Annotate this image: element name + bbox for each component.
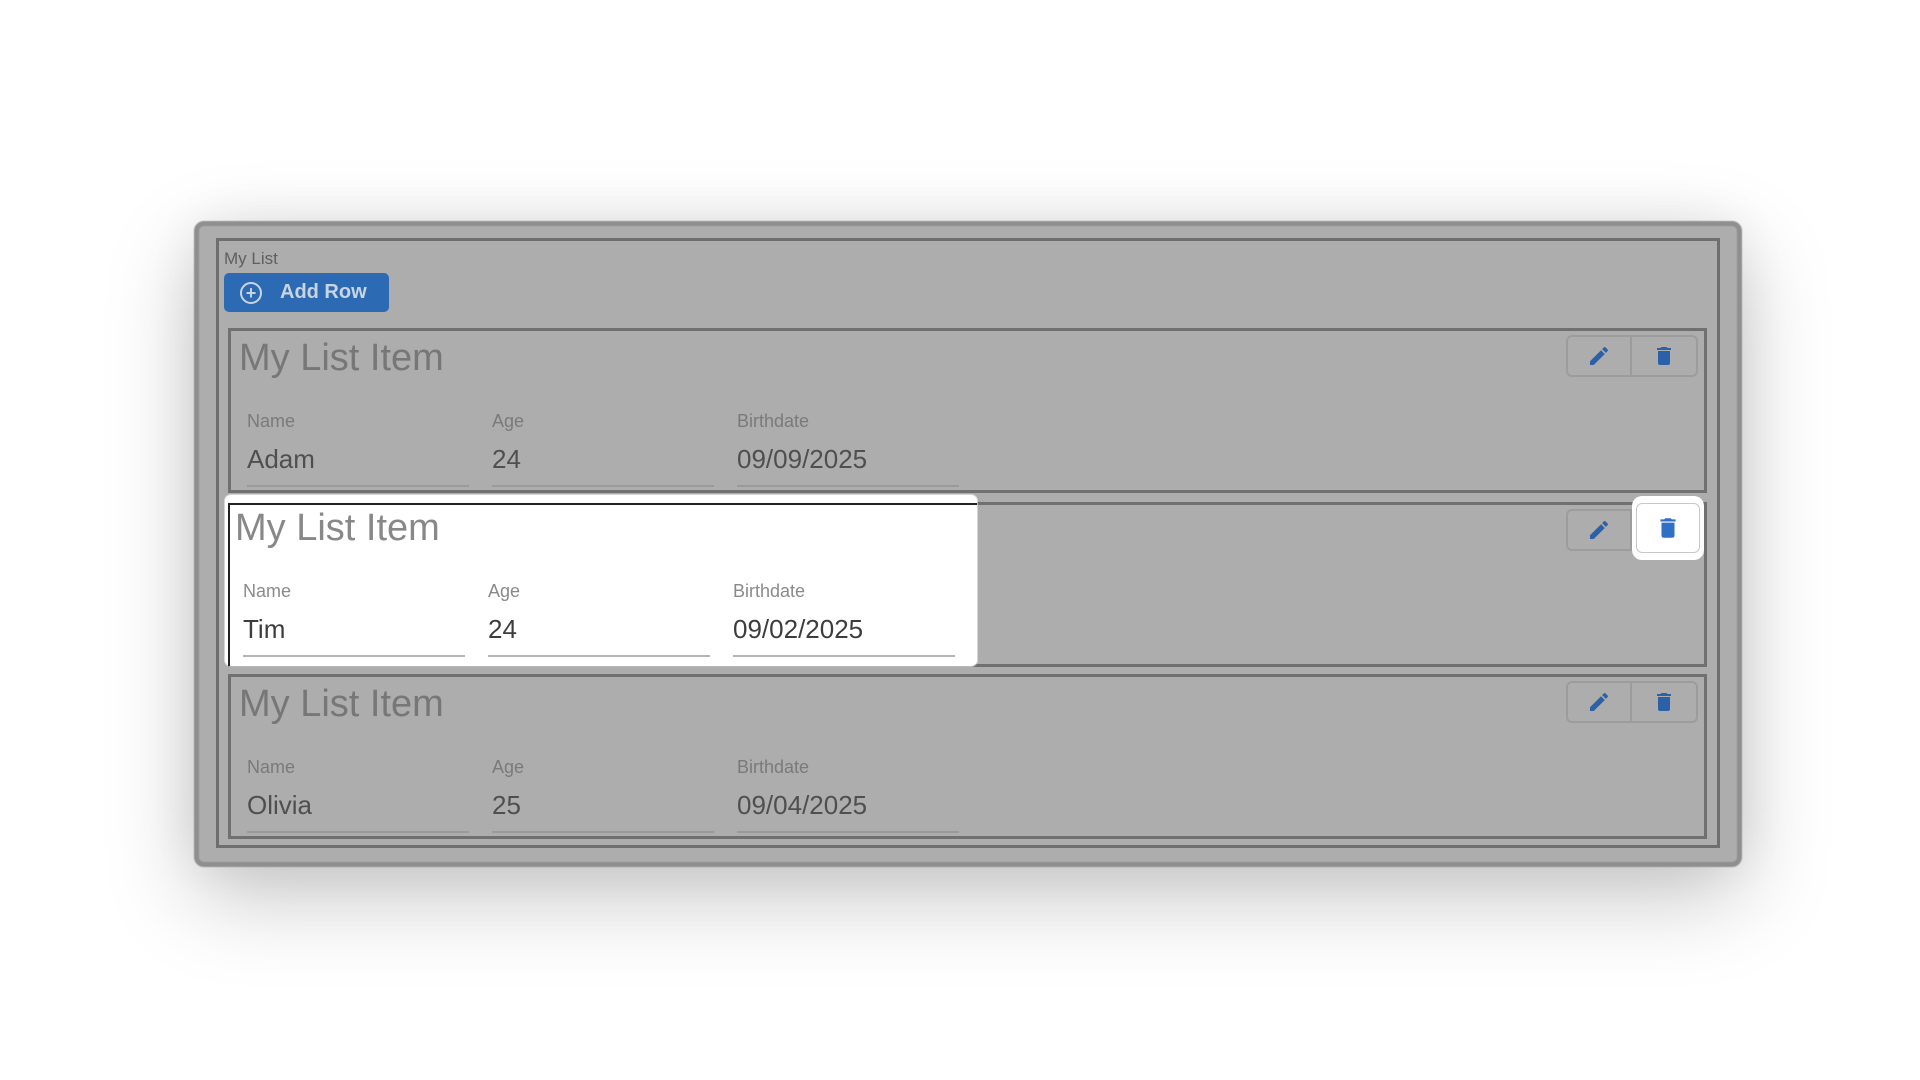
- list-item: My List Item Name Adam Age 24 Birthdate …: [228, 328, 1707, 493]
- field-label: Birthdate: [733, 581, 806, 601]
- name-field[interactable]: Name Adam: [247, 411, 469, 487]
- edit-button[interactable]: [1566, 681, 1632, 723]
- plus-circle-icon: +: [240, 281, 262, 304]
- highlighted-list-item: My List Item Name Tim Age 24 Birthdate 0…: [225, 495, 977, 666]
- field-value[interactable]: 09/04/2025: [737, 790, 959, 833]
- edit-button[interactable]: [1566, 509, 1632, 551]
- field-value[interactable]: 24: [492, 444, 714, 487]
- list-item-title: My List Item: [239, 683, 444, 725]
- list-item-title: My List Item: [239, 337, 444, 379]
- highlighted-delete-button[interactable]: [1632, 496, 1704, 560]
- field-label: Name: [243, 581, 292, 601]
- pencil-icon: [1590, 520, 1609, 539]
- field-label: Name: [247, 757, 296, 777]
- field-label: Birthdate: [737, 411, 810, 431]
- delete-button[interactable]: [1632, 335, 1698, 377]
- field-label: Birthdate: [737, 757, 810, 777]
- field-value[interactable]: Adam: [247, 444, 469, 487]
- list-item-title: My List Item: [235, 507, 440, 549]
- age-field[interactable]: Age 24: [492, 411, 714, 487]
- trash-icon: [1660, 518, 1676, 538]
- add-row-button[interactable]: + Add Row: [224, 273, 389, 312]
- item-actions: [1566, 335, 1698, 377]
- screen: My List + Add Row My List Item Name Adam…: [0, 0, 1920, 1080]
- add-row-label: Add Row: [280, 281, 367, 303]
- list-label: My List: [224, 249, 278, 268]
- trash-icon: [1657, 347, 1671, 365]
- field-label: Name: [247, 411, 296, 431]
- field-value[interactable]: 24: [488, 614, 710, 657]
- pencil-icon: [1590, 692, 1609, 711]
- field-value[interactable]: Olivia: [247, 790, 469, 833]
- field-value[interactable]: Tim: [243, 614, 465, 657]
- edit-button[interactable]: [1566, 335, 1632, 377]
- age-field[interactable]: Age 24: [488, 581, 710, 657]
- trash-icon: [1657, 693, 1671, 711]
- item-actions: [1566, 681, 1698, 723]
- field-value[interactable]: 09/09/2025: [737, 444, 959, 487]
- delete-button[interactable]: [1632, 681, 1698, 723]
- field-label: Age: [488, 581, 521, 601]
- name-field[interactable]: Name Olivia: [247, 757, 469, 833]
- birthdate-field[interactable]: Birthdate 09/02/2025: [733, 581, 955, 657]
- birthdate-field[interactable]: Birthdate 09/04/2025: [737, 757, 959, 833]
- name-field[interactable]: Name Tim: [243, 581, 465, 657]
- pencil-icon: [1590, 346, 1609, 365]
- delete-button[interactable]: [1636, 503, 1700, 553]
- birthdate-field[interactable]: Birthdate 09/09/2025: [737, 411, 959, 487]
- field-label: Age: [492, 757, 525, 777]
- field-value[interactable]: 25: [492, 790, 714, 833]
- field-value[interactable]: 09/02/2025: [733, 614, 955, 657]
- field-label: Age: [492, 411, 525, 431]
- age-field[interactable]: Age 25: [492, 757, 714, 833]
- list-item: My List Item Name Olivia Age 25 Birthdat…: [228, 674, 1707, 839]
